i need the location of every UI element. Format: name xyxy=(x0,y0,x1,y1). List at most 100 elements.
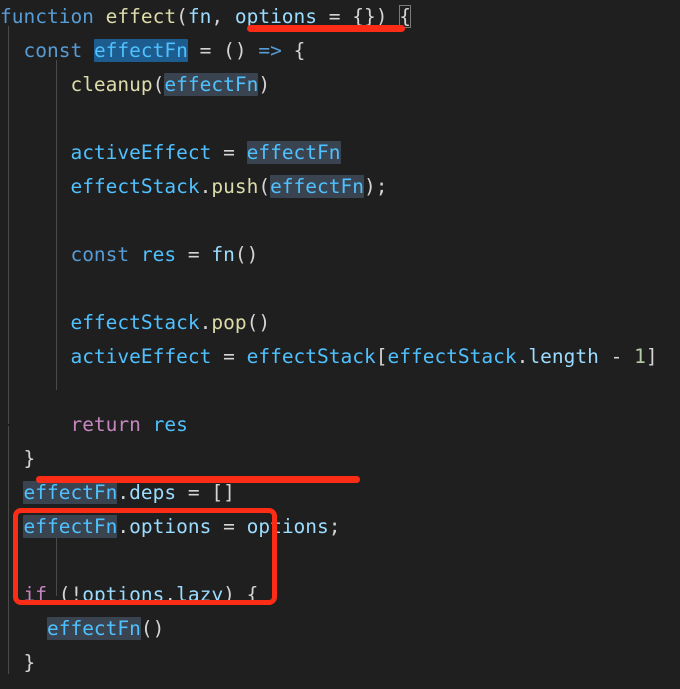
code-token: () xyxy=(246,311,271,334)
code-token: = xyxy=(223,141,235,164)
code-token: push xyxy=(211,175,259,198)
bracket-match: { xyxy=(399,5,412,28)
code-line[interactable]: const res = fn() xyxy=(0,238,680,272)
code-line[interactable] xyxy=(0,272,680,306)
code-token: ); xyxy=(363,175,388,198)
code-token: ) xyxy=(258,73,271,96)
code-line[interactable]: effectFn.deps = [] xyxy=(0,476,680,510)
code-token: = xyxy=(199,39,212,62)
code-line[interactable]: } xyxy=(0,646,680,680)
code-line[interactable] xyxy=(0,374,680,408)
code-token: effectFn xyxy=(164,73,259,96)
code-token: ; xyxy=(328,515,341,538)
code-line[interactable]: activeEffect = effectFn xyxy=(0,136,680,170)
code-line[interactable]: if (!options.lazy) { xyxy=(0,578,680,612)
code-token: , xyxy=(211,5,235,28)
code-token: . xyxy=(199,175,212,198)
code-token: effectStack xyxy=(70,175,200,198)
code-token: options xyxy=(82,583,165,606)
code-token: fn xyxy=(187,5,212,28)
code-token: => xyxy=(258,39,282,62)
code-line[interactable]: effectStack.push(effectFn); xyxy=(0,170,680,204)
code-token: cleanup xyxy=(70,73,153,96)
code-token: = xyxy=(187,243,200,266)
code-token: res xyxy=(152,413,188,436)
code-token: effectStack xyxy=(387,345,517,368)
code-token: () xyxy=(140,617,165,640)
code-token: pop xyxy=(211,311,247,334)
code-token: = xyxy=(328,5,341,28)
code-token: () xyxy=(223,39,247,62)
code-token: activeEffect xyxy=(70,345,212,368)
code-token: lazy xyxy=(176,583,224,606)
code-token: = xyxy=(223,515,235,538)
code-line[interactable]: function effect(fn, options = {}) { xyxy=(0,0,680,34)
code-token: = xyxy=(187,481,200,504)
code-token: {} xyxy=(352,5,376,28)
code-token: effectFn xyxy=(246,141,341,164)
code-token: . xyxy=(516,345,529,368)
code-token: function xyxy=(0,5,94,28)
code-token: effectStack xyxy=(70,311,200,334)
code-line[interactable]: cleanup(effectFn) xyxy=(0,68,680,102)
code-token: options xyxy=(246,515,329,538)
code-line[interactable]: effectFn.options = options; xyxy=(0,510,680,544)
code-token: activeEffect xyxy=(70,141,212,164)
code-token: effectFn xyxy=(46,617,141,640)
code-line[interactable] xyxy=(0,204,680,238)
code-token: () xyxy=(234,243,259,266)
code-line[interactable] xyxy=(0,680,680,689)
code-token: effectStack xyxy=(246,345,376,368)
code-line[interactable]: const effectFn = () => { xyxy=(0,34,680,68)
code-line[interactable]: effectFn() xyxy=(0,612,680,646)
code-token: effectFn xyxy=(270,175,364,198)
code-token: effectFn xyxy=(93,39,188,62)
code-line[interactable] xyxy=(0,102,680,136)
code-token: options xyxy=(234,5,318,28)
code-line[interactable]: effectStack.pop() xyxy=(0,306,680,340)
code-line[interactable]: } xyxy=(0,442,680,476)
code-line[interactable]: return res xyxy=(0,408,680,442)
code-token: effectFn xyxy=(23,515,118,538)
code-token: return xyxy=(70,413,141,436)
code-token: . xyxy=(199,311,212,334)
code-token: deps xyxy=(129,481,177,504)
code-token: - xyxy=(610,345,623,368)
code-token: (! xyxy=(58,583,83,606)
code-token: ( xyxy=(152,73,165,96)
code-content[interactable]: function effect(fn, options = {}) { cons… xyxy=(0,0,680,689)
code-token: . xyxy=(117,481,130,504)
code-token: 1 xyxy=(634,345,646,368)
code-line[interactable] xyxy=(0,544,680,578)
code-line[interactable]: activeEffect = effectStack[effectStack.l… xyxy=(0,340,680,374)
code-token: fn xyxy=(211,243,235,266)
code-editor[interactable]: function effect(fn, options = {}) { cons… xyxy=(0,0,680,689)
code-token: } xyxy=(23,447,36,470)
